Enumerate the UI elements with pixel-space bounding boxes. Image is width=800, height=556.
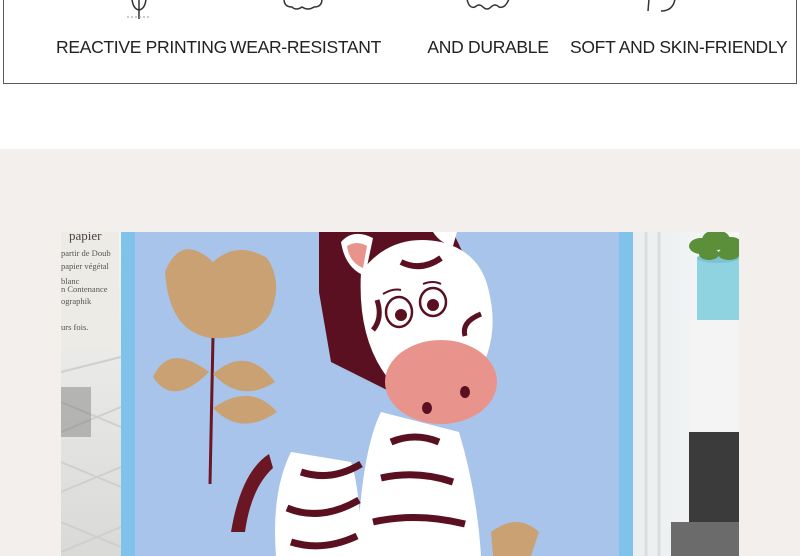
feature-icon bbox=[646, 0, 676, 12]
feature-and-durable: AND DURABLE bbox=[424, 0, 552, 83]
feature-label: SOFT AND SKIN-FRIENDLY bbox=[570, 37, 788, 57]
svg-text:papier végétal: papier végétal bbox=[61, 261, 110, 271]
svg-text:n Contenance: n Contenance bbox=[61, 284, 108, 294]
svg-text:ographik: ographik bbox=[61, 296, 92, 306]
wave-icon bbox=[466, 0, 510, 10]
spacer bbox=[0, 85, 800, 149]
product-photo: papier partir de Doub papier végétal bla… bbox=[61, 232, 739, 556]
feature-wear-resistant: WEAR-RESISTANT bbox=[230, 0, 382, 83]
features-band: REACTIVE PRINTING WEAR-RESISTANT AND DUR… bbox=[3, 0, 797, 84]
svg-text:urs fois.: urs fois. bbox=[61, 322, 88, 332]
cloud-icon bbox=[283, 0, 323, 10]
tree-icon bbox=[127, 0, 151, 19]
feature-soft-skin-friendly: SOFT AND SKIN-FRIENDLY bbox=[570, 0, 788, 83]
feature-label: REACTIVE PRINTING bbox=[56, 37, 227, 57]
svg-text:partir de Doub: partir de Doub bbox=[61, 248, 111, 258]
feature-label: WEAR-RESISTANT bbox=[230, 37, 382, 57]
feature-reactive-printing: REACTIVE PRINTING bbox=[56, 0, 227, 83]
zebra-blanket-image: papier partir de Doub papier végétal bla… bbox=[61, 232, 739, 556]
svg-text:papier: papier bbox=[69, 232, 102, 243]
product-photo-section: papier partir de Doub papier végétal bla… bbox=[0, 149, 800, 556]
feature-label: AND DURABLE bbox=[427, 37, 549, 57]
